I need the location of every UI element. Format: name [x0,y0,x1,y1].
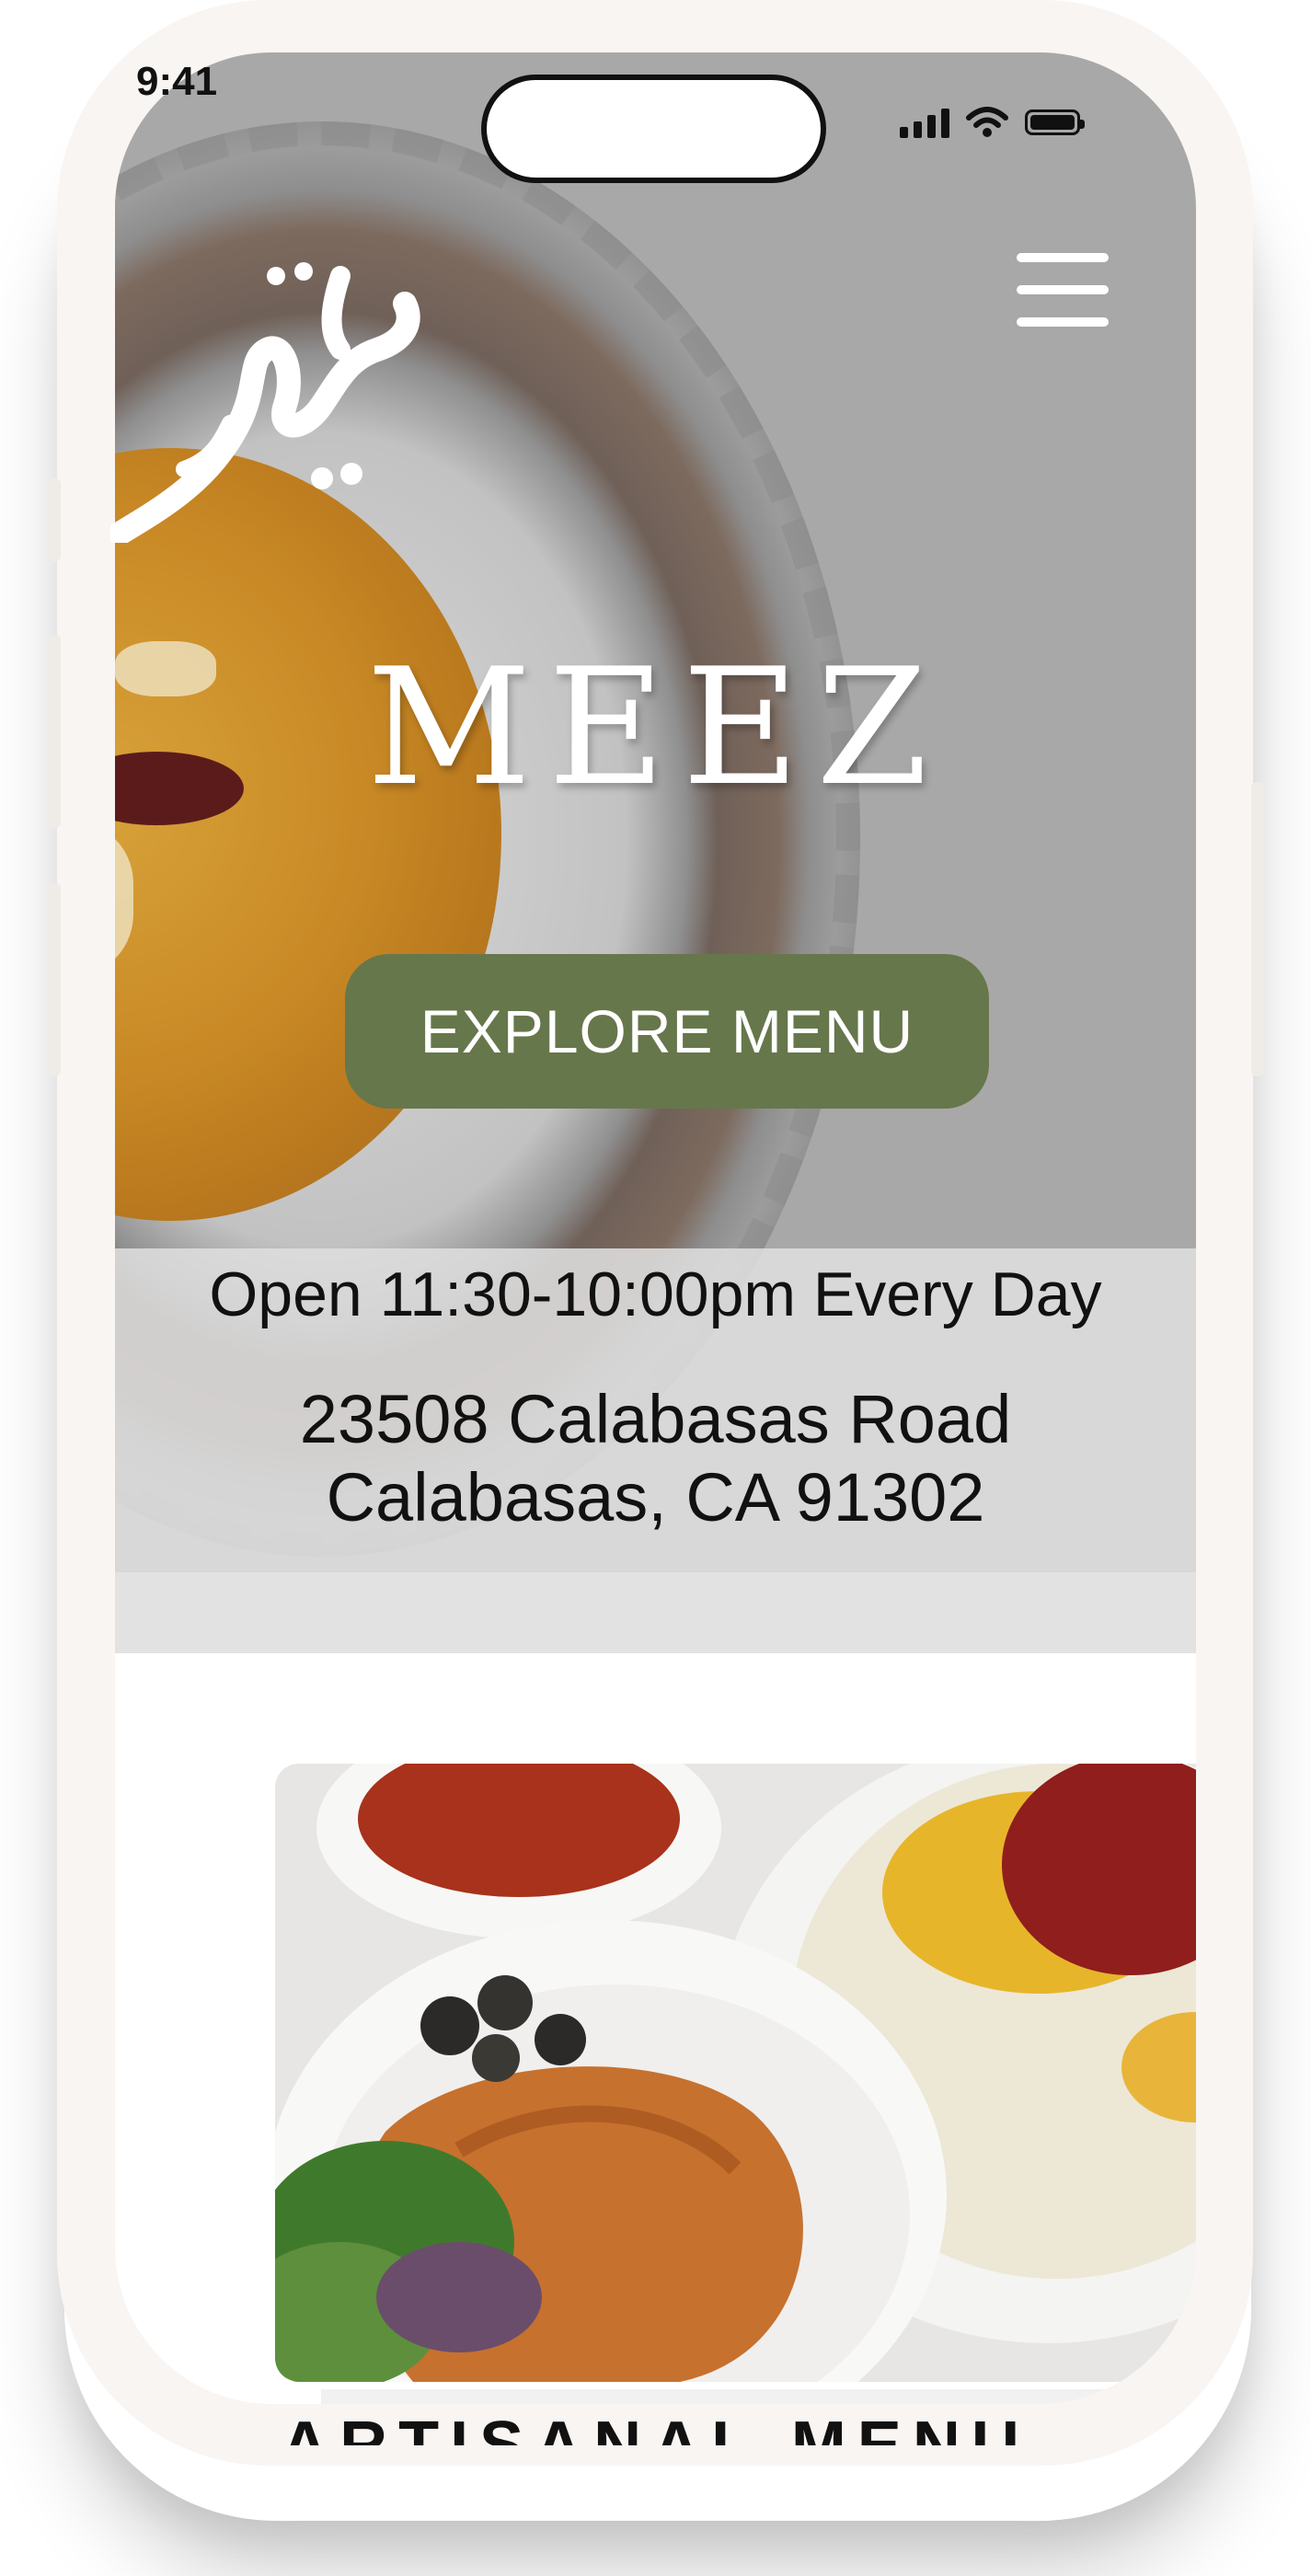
food-photo-illustration [275,1764,1196,2382]
menu-hamburger-icon[interactable] [1017,253,1109,327]
calligraphy-logo[interactable] [110,248,423,543]
brand-title: MEEZ [366,635,945,822]
battery-icon [1025,109,1085,135]
dynamic-island [481,75,826,183]
menu-card [321,2389,1196,2404]
artisanal-menu-heading: ARTISANAL MENU [281,2409,1030,2445]
status-icons [900,107,1085,138]
phone-side-button [48,478,61,561]
food-photo [275,1764,1196,2382]
phone-volume-down-button [48,883,61,1076]
cellular-signal-icon [900,107,949,138]
phone-power-button [1251,782,1264,1076]
explore-menu-button[interactable]: EXPLORE MENU [345,954,989,1109]
opening-hours: Open 11:30-10:00pm Every Day [209,1259,1102,1329]
address-line-1: 23508 Calabasas Road [299,1381,1012,1457]
status-time: 9:41 [136,59,218,104]
address-line-2: Calabasas, CA 91302 [326,1459,985,1535]
wifi-icon [966,107,1008,137]
